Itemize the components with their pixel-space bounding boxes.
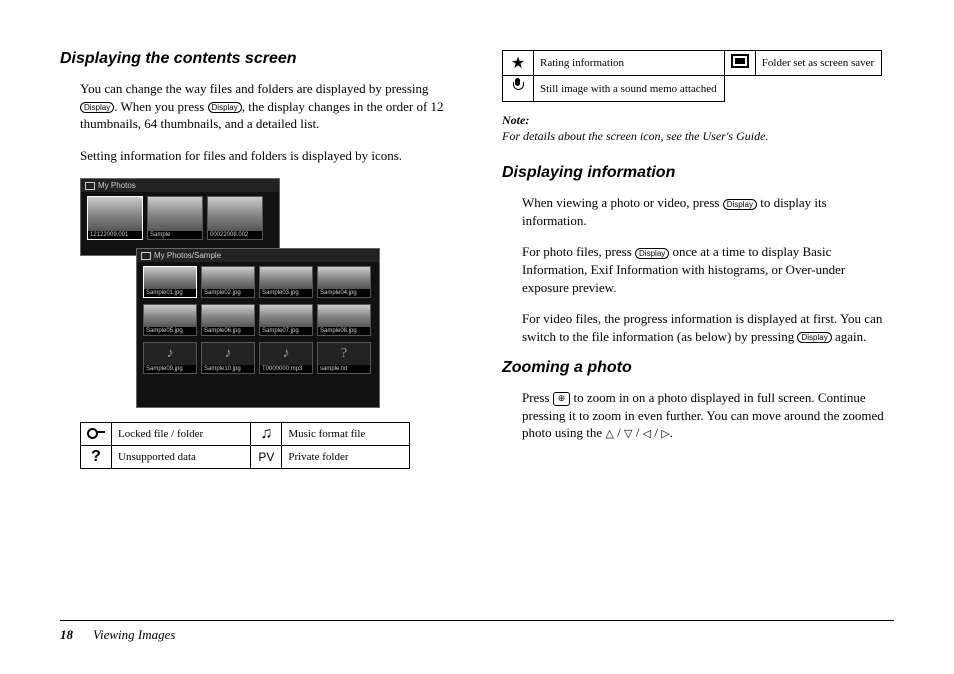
text-segment: to zoom in on a photo displayed in full …: [522, 390, 884, 440]
empty-cell: [755, 76, 881, 102]
screenshot-12-thumbs: My Photos 12122009.001 Sample 00022008.0…: [80, 178, 280, 256]
thumbnail: Sample03.jpg: [259, 266, 313, 298]
table-row: Locked file / folder ♫ Music format file: [81, 423, 410, 446]
note-body: For details about the screen icon, see t…: [502, 128, 894, 144]
icon-legend-table-left: Locked file / folder ♫ Music format file…: [80, 422, 410, 469]
thumbnail: ♪Sample09.jpg: [143, 342, 197, 374]
icon-label: Still image with a sound memo attached: [534, 76, 725, 102]
para-video-files: For video files, the progress informatio…: [502, 310, 894, 345]
camera-icon: [85, 182, 95, 190]
text-segment: again.: [832, 329, 867, 344]
right-column: ★ Rating information Folder set as scree…: [502, 50, 894, 600]
screenshot-title: My Photos/Sample: [154, 251, 221, 260]
page-footer: 18 Viewing Images: [60, 620, 894, 643]
display-button-icon: Display: [208, 102, 242, 114]
page-number: 18: [60, 627, 73, 643]
down-arrow-icon: ▽: [624, 427, 632, 442]
text-segment: .: [670, 425, 673, 440]
icon-label: Locked file / folder: [112, 423, 251, 446]
table-row: Still image with a sound memo attached: [503, 76, 882, 102]
display-button-icon: Display: [723, 199, 757, 211]
thumbnail: 00022008.002: [207, 196, 263, 240]
thumbnail: Sample07.jpg: [259, 304, 313, 336]
screenshot-title: My Photos: [98, 181, 136, 190]
text-segment: You can change the way files and folders…: [80, 81, 429, 96]
table-row: ★ Rating information Folder set as scree…: [503, 51, 882, 76]
thumbnail-grid: Sample01.jpg Sample02.jpg Sample03.jpg S…: [137, 262, 379, 380]
para-view-info: When viewing a photo or video, press Dis…: [502, 194, 894, 229]
music-note-icon: ♫: [251, 423, 282, 446]
up-arrow-icon: △: [605, 427, 613, 442]
thumbnail: Sample02.jpg: [201, 266, 255, 298]
screenshot-title-bar: My Photos: [81, 179, 279, 192]
para-display-modes: You can change the way files and folders…: [60, 80, 452, 133]
question-mark-icon: ?: [81, 446, 112, 469]
table-row: ? Unsupported data PV Private folder: [81, 446, 410, 469]
empty-cell: [724, 76, 755, 102]
icon-label: Music format file: [282, 423, 410, 446]
para-setting-icons: Setting information for files and folder…: [60, 147, 452, 165]
page-content: Displaying the contents screen You can c…: [0, 0, 954, 620]
icon-legend-table-right: ★ Rating information Folder set as scree…: [502, 50, 882, 102]
microphone-icon: [503, 76, 534, 102]
icon-label: Rating information: [534, 51, 725, 76]
icon-label: Folder set as screen saver: [755, 51, 881, 76]
para-photo-files: For photo files, press Display once at a…: [502, 243, 894, 296]
thumbnail: 12122009.001: [87, 196, 143, 240]
text-segment: For photo files, press: [522, 244, 635, 259]
camera-icon: [141, 252, 151, 260]
display-button-icon: Display: [797, 332, 831, 344]
heading-zooming: Zooming a photo: [502, 359, 894, 377]
icon-label: Private folder: [282, 446, 410, 469]
thumbnail: ♪Sample10.jpg: [201, 342, 255, 374]
text-segment: . When you press: [114, 99, 207, 114]
icon-label: Unsupported data: [112, 446, 251, 469]
display-button-icon: Display: [80, 102, 114, 114]
left-column: Displaying the contents screen You can c…: [60, 50, 452, 600]
note-label: Note:: [502, 112, 894, 128]
left-arrow-icon: ◁: [643, 427, 651, 442]
section-name: Viewing Images: [93, 627, 175, 643]
heading-contents-screen: Displaying the contents screen: [60, 50, 452, 68]
para-zoom: Press ⊕ to zoom in on a photo displayed …: [502, 389, 894, 442]
screenshot-title-bar: My Photos/Sample: [137, 249, 379, 262]
thumbnail: Sample05.jpg: [143, 304, 197, 336]
thumbnail: ♪T0000000.mp3: [259, 342, 313, 374]
thumbnail: Sample01.jpg: [143, 266, 197, 298]
heading-displaying-info: Displaying information: [502, 164, 894, 182]
key-icon: [81, 423, 112, 446]
thumbnail: Sample08.jpg: [317, 304, 371, 336]
text-segment: When viewing a photo or video, press: [522, 195, 723, 210]
thumbnail: ?sample.txt: [317, 342, 371, 374]
star-icon: ★: [503, 51, 534, 76]
right-arrow-icon: ▷: [661, 427, 669, 442]
zoom-in-icon: ⊕: [553, 392, 571, 406]
display-button-icon: Display: [635, 248, 669, 260]
device-screenshot-illustration: My Photos 12122009.001 Sample 00022008.0…: [80, 178, 380, 408]
pv-icon: PV: [251, 446, 282, 469]
thumbnail: Sample: [147, 196, 203, 240]
thumbnail: Sample04.jpg: [317, 266, 371, 298]
screenshot-64-thumbs: My Photos/Sample Sample01.jpg Sample02.j…: [136, 248, 380, 408]
text-segment: Press: [522, 390, 553, 405]
thumbnail-row: 12122009.001 Sample 00022008.002: [81, 192, 279, 244]
thumbnail: Sample06.jpg: [201, 304, 255, 336]
screensaver-icon: [724, 51, 755, 76]
